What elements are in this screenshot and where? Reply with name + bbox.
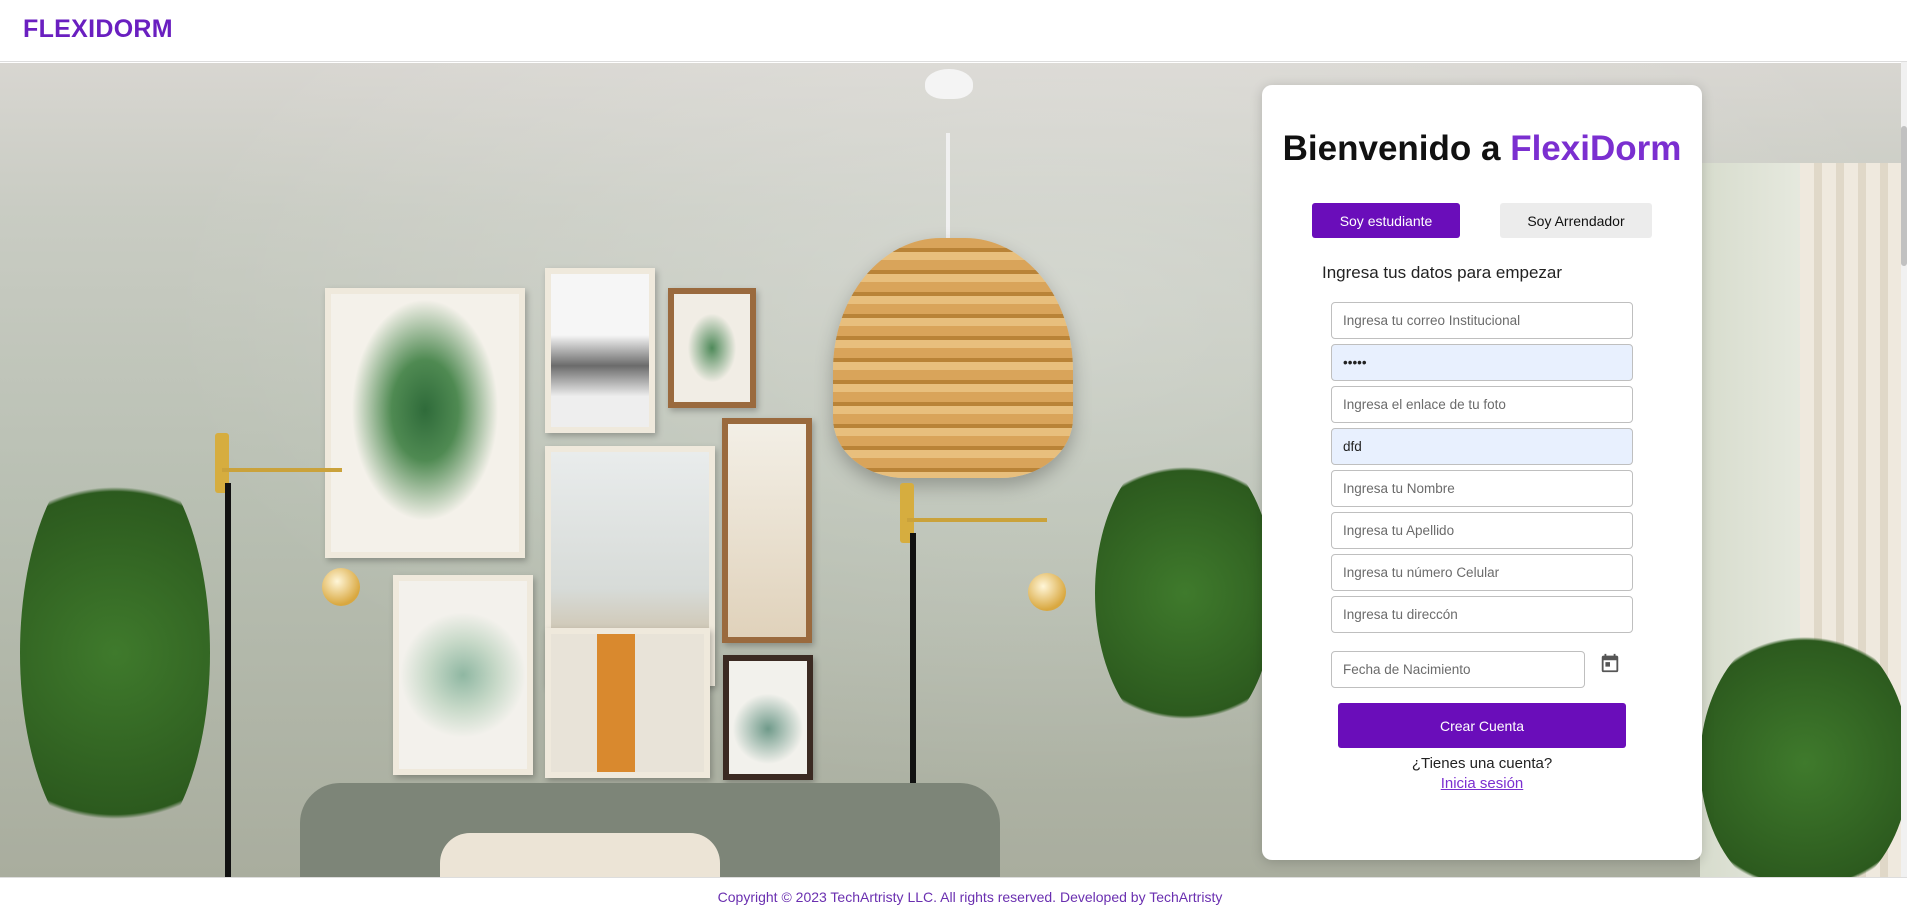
first-name-field[interactable]: [1331, 470, 1633, 507]
email-field[interactable]: [1331, 302, 1633, 339]
bulb-right: [1028, 573, 1066, 611]
landlord-tab-button[interactable]: Soy Arrendador: [1500, 203, 1652, 238]
student-tab-button[interactable]: Soy estudiante: [1312, 203, 1460, 238]
wall-plant: [1095, 443, 1275, 743]
last-name-field[interactable]: [1331, 512, 1633, 549]
photo-url-field[interactable]: [1331, 386, 1633, 423]
frame-door-print: [545, 628, 710, 778]
frame-leaf-print: [668, 288, 756, 408]
frame-plant-print: [325, 288, 525, 558]
welcome-prefix: Bienvenido a: [1282, 129, 1511, 168]
logo[interactable]: FLEXIDORM: [23, 15, 173, 44]
sconce-arm-right: [907, 518, 1047, 522]
frame-succulent-print: [393, 575, 533, 775]
pillow: [440, 833, 720, 877]
bulb-left: [322, 568, 360, 606]
floor-rod-left: [225, 483, 231, 877]
calendar-icon[interactable]: [1599, 652, 1621, 674]
create-account-button[interactable]: Crear Cuenta: [1338, 703, 1626, 748]
autofilled-field[interactable]: [1331, 428, 1633, 465]
footer: Copyright © 2023 TechArtristy LLC. All r…: [0, 877, 1907, 918]
form-subtitle: Ingresa tus datos para empezar: [1322, 263, 1563, 282]
pendant-lamp: [833, 238, 1073, 478]
frame-agave-print: [723, 655, 813, 780]
signup-card: Bienvenido a FlexiDorm Soy estudiante So…: [1262, 85, 1702, 860]
top-nav: FLEXIDORM: [0, 0, 1907, 62]
have-account-text: ¿Tienes una cuenta?: [1411, 755, 1553, 772]
footer-copyright: Copyright © 2023 TechArtristy LLC. All r…: [717, 889, 1223, 905]
birthdate-field[interactable]: [1331, 651, 1585, 688]
password-field[interactable]: [1331, 344, 1633, 381]
hanging-plant: [20, 443, 210, 863]
scrollbar-thumb[interactable]: [1901, 126, 1907, 266]
scrollbar-track[interactable]: [1901, 62, 1907, 877]
frame-pier-print: [545, 268, 655, 433]
phone-field[interactable]: [1331, 554, 1633, 591]
sconce-arm-left: [222, 468, 342, 472]
login-link[interactable]: Inicia sesión: [1262, 775, 1702, 792]
frame-palms-tall-print: [722, 418, 812, 643]
lamp-ceiling-cap: [925, 69, 973, 99]
page-title: Bienvenido a FlexiDorm: [1262, 129, 1702, 169]
welcome-brand: FlexiDorm: [1510, 129, 1682, 168]
address-field[interactable]: [1331, 596, 1633, 633]
